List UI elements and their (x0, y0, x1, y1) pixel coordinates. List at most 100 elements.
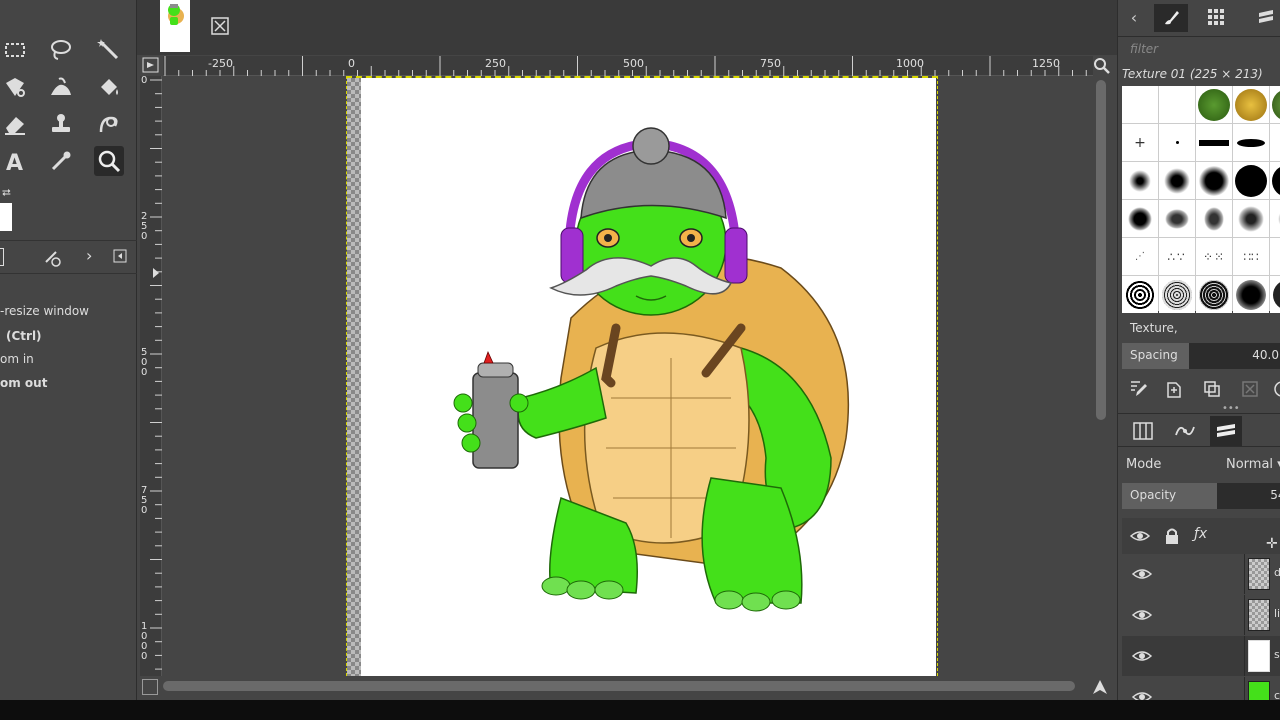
magic-wand-icon (97, 39, 119, 60)
brush-grid[interactable]: + ⋰ ∴∵ ⁘⁙ ∷∷ ∵ (1122, 86, 1280, 313)
brush-cell[interactable] (1159, 86, 1195, 123)
brush-cell[interactable]: + (1122, 124, 1158, 161)
brush-cell[interactable] (1159, 162, 1195, 199)
navigate-icon[interactable] (1091, 678, 1109, 696)
duplicate-brush-icon[interactable] (1202, 379, 1222, 399)
layer-visibility-icon[interactable] (1132, 564, 1152, 584)
chevron-right-icon[interactable]: › (86, 246, 92, 265)
brush-filter-input[interactable]: filter (1130, 42, 1158, 56)
chevron-left-icon[interactable]: ‹ (1122, 5, 1146, 29)
brush-cell[interactable]: ∴∵ (1159, 238, 1195, 275)
zoom-tool[interactable] (94, 146, 124, 176)
brush-cell[interactable] (1233, 276, 1269, 313)
horizontal-ruler[interactable]: -250 0 250 500 750 1000 1250 (163, 56, 1093, 76)
refresh-brushes-icon[interactable] (1272, 379, 1280, 399)
brush-cell[interactable] (1159, 124, 1195, 161)
opacity-slider[interactable]: Opacity 54.0 (1122, 483, 1280, 509)
vruler-label-1000: 1000 (141, 621, 148, 662)
brush-cell[interactable] (1122, 86, 1158, 123)
brush-cell[interactable]: ⋰ (1122, 238, 1158, 275)
brush-cell[interactable] (1270, 162, 1280, 199)
brush-cell[interactable] (1196, 86, 1232, 123)
eyedropper-icon (51, 151, 71, 171)
brush-cell[interactable] (1233, 162, 1269, 199)
layer-row-selected[interactable]: sh (1122, 636, 1280, 676)
layer-row[interactable]: cl (1122, 677, 1280, 700)
vruler-label-750: 750 (141, 485, 148, 516)
foreground-color-swatch[interactable] (0, 203, 12, 231)
vruler-label-250: 250 (141, 211, 148, 242)
brush-cell[interactable] (1122, 162, 1158, 199)
ruler-menu-icon[interactable] (142, 57, 160, 74)
warp-transform-tool[interactable] (0, 72, 30, 102)
horizontal-scrollbar[interactable] (163, 681, 1075, 691)
layer-visibility-icon[interactable] (1132, 687, 1152, 700)
brush-cell[interactable] (1159, 200, 1195, 237)
color-picker-tool[interactable] (46, 146, 76, 176)
vertical-scrollbar[interactable] (1096, 80, 1106, 420)
text-tool[interactable]: A (0, 146, 30, 176)
brush-cell[interactable] (1122, 200, 1158, 237)
image-tab-thumbnail[interactable] (160, 0, 190, 52)
brush-cell[interactable] (1270, 124, 1280, 161)
brush-cell[interactable] (1196, 276, 1232, 313)
brush-cell[interactable] (1196, 162, 1232, 199)
new-brush-icon[interactable] (1164, 379, 1184, 399)
brush-cell[interactable] (1196, 200, 1232, 237)
smudge-tool[interactable] (46, 72, 76, 102)
brush-cell[interactable]: ∷∷ (1233, 238, 1269, 275)
brush-icon (1165, 11, 1179, 25)
lasso-select-tool[interactable] (46, 35, 76, 65)
bucket-fill-tool[interactable] (94, 72, 124, 102)
brush-tag-field[interactable]: Texture, (1130, 321, 1178, 335)
clone-tool[interactable] (46, 109, 76, 139)
layer-thumbnail (1248, 681, 1270, 700)
spacing-slider[interactable]: Spacing 40.0 (1122, 343, 1280, 369)
brush-cell[interactable] (1233, 200, 1269, 237)
layer-row[interactable]: lil (1122, 595, 1280, 635)
rect-select-tool[interactable] (0, 35, 30, 65)
layer-boundary (346, 76, 938, 676)
brush-cell[interactable] (1233, 86, 1269, 123)
layer-row[interactable]: de (1122, 554, 1280, 594)
edit-brush-icon[interactable] (1128, 379, 1148, 399)
brushes-tab[interactable] (1154, 4, 1188, 32)
effects-icon[interactable]: ƒx (1194, 526, 1207, 542)
lock-icon[interactable] (1162, 526, 1182, 546)
brush-action-row (1118, 375, 1280, 403)
brush-cell[interactable] (1270, 200, 1280, 237)
paths-tool[interactable] (94, 109, 124, 139)
panel-menu-icon[interactable] (113, 249, 127, 263)
layers-icon (1217, 424, 1235, 437)
layer-visibility-icon[interactable] (1132, 605, 1152, 625)
vertical-ruler[interactable]: 0 250 500 750 1000 (140, 76, 162, 676)
layer-thumbnail (1248, 558, 1270, 590)
eraser-tool[interactable] (0, 109, 30, 139)
delete-brush-icon[interactable] (1240, 379, 1260, 399)
close-tab-icon[interactable] (210, 16, 230, 36)
brush-cell[interactable] (1233, 124, 1269, 161)
quick-mask-toggle[interactable] (142, 679, 158, 695)
resize-cursor-icon: ✛ (1266, 536, 1278, 552)
layers-tab[interactable] (1210, 416, 1242, 446)
device-status-icon[interactable] (42, 248, 62, 268)
brush-cell[interactable] (1122, 276, 1158, 313)
brush-cell[interactable]: ⁘⁙ (1196, 238, 1232, 275)
brush-cell[interactable] (1196, 124, 1232, 161)
layer-mode-select[interactable]: Normal ▾ (1226, 457, 1280, 472)
brush-cell[interactable] (1270, 276, 1280, 313)
fuzzy-select-tool[interactable] (94, 35, 124, 65)
swap-colors-icon[interactable]: ⮂ (2, 186, 11, 200)
magnifier-icon (98, 150, 121, 173)
tool-options-tab[interactable] (0, 248, 4, 266)
channels-tab-icon[interactable] (1132, 421, 1154, 441)
fonts-tab[interactable] (1254, 5, 1278, 29)
brush-cell[interactable] (1270, 86, 1280, 123)
zoom-fit-icon[interactable] (1093, 57, 1111, 75)
paths-tab-icon[interactable] (1174, 421, 1196, 441)
eye-icon[interactable] (1130, 526, 1150, 546)
brush-cell[interactable] (1159, 276, 1195, 313)
layer-visibility-icon[interactable] (1132, 646, 1152, 666)
patterns-tab[interactable] (1204, 5, 1228, 29)
brush-cell[interactable]: ∵ (1270, 238, 1280, 275)
